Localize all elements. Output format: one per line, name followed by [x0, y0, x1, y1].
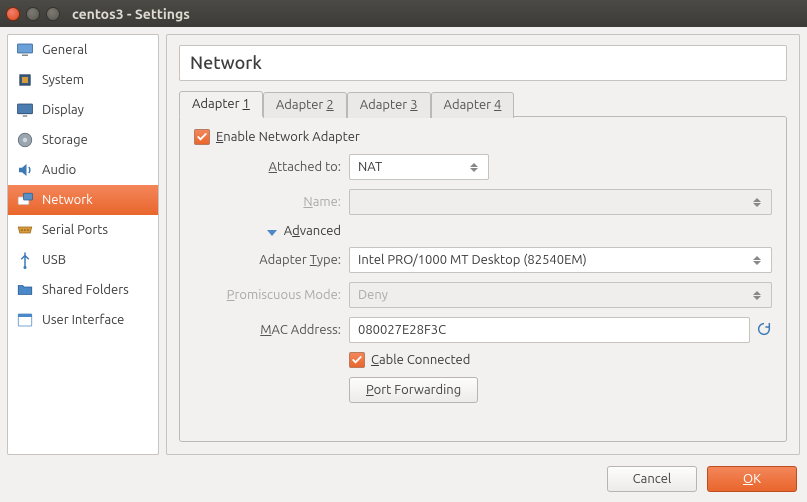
name-select — [349, 189, 772, 215]
mac-address-value: 080027E28F3C — [358, 323, 446, 337]
sidebar-item-label: General — [42, 43, 87, 57]
port-forwarding-button[interactable]: Port Forwarding — [349, 377, 478, 403]
cable-connected-label: Cable Connected — [371, 353, 470, 367]
sidebar-item-shared-folders[interactable]: Shared Folders — [8, 275, 158, 305]
sidebar-item-audio[interactable]: Audio — [8, 155, 158, 185]
speaker-icon — [16, 161, 34, 179]
cancel-label: Cancel — [633, 472, 672, 486]
window-maximize-button[interactable] — [46, 7, 60, 21]
tab-adapter-1[interactable]: Adapter 1 — [179, 91, 263, 117]
sidebar-item-general[interactable]: General — [8, 35, 158, 65]
mac-label: MAC Address: — [194, 323, 349, 337]
cable-connected-checkbox[interactable] — [349, 352, 365, 368]
advanced-toggle[interactable]: Advanced — [194, 224, 349, 238]
serial-icon — [16, 221, 34, 239]
sidebar-item-system[interactable]: System — [8, 65, 158, 95]
folder-icon — [16, 281, 34, 299]
dialog-footer: Cancel OK — [0, 462, 807, 492]
sidebar-item-label: USB — [42, 253, 66, 267]
display-icon — [16, 101, 34, 119]
sidebar-item-label: Serial Ports — [42, 223, 108, 237]
sidebar-item-label: Storage — [42, 133, 88, 147]
sidebar-item-label: System — [42, 73, 84, 87]
sidebar-item-label: Network — [42, 193, 93, 207]
network-icon — [16, 191, 34, 209]
disk-icon — [16, 131, 34, 149]
name-label: Name: — [194, 195, 349, 209]
sidebar-item-storage[interactable]: Storage — [8, 125, 158, 155]
adapter-tabs: Adapter 1 Adapter 2 Adapter 3 Adapter 4 — [179, 91, 787, 117]
sidebar-item-label: Audio — [42, 163, 76, 177]
tab-adapter-3[interactable]: Adapter 3 — [347, 92, 431, 118]
tab-adapter-4[interactable]: Adapter 4 — [431, 92, 515, 118]
sidebar-item-label: Display — [42, 103, 84, 117]
tab-adapter-2[interactable]: Adapter 2 — [263, 92, 347, 118]
chip-icon — [16, 71, 34, 89]
promiscuous-label: Promiscuous Mode: — [194, 288, 349, 302]
cancel-button[interactable]: Cancel — [607, 466, 697, 492]
chevron-down-icon — [267, 230, 277, 236]
adapter-type-value: Intel PRO/1000 MT Desktop (82540EM) — [358, 253, 587, 267]
window-close-button[interactable] — [6, 7, 20, 21]
monitor-icon — [16, 41, 34, 59]
enable-adapter-checkbox[interactable] — [194, 129, 210, 145]
titlebar: centos3 - Settings — [0, 0, 807, 27]
main-panel: Network Adapter 1 Adapter 2 Adapter 3 Ad… — [166, 34, 800, 455]
window-minimize-button[interactable] — [26, 7, 40, 21]
enable-adapter-label: Enable Network Adapter — [216, 130, 360, 144]
settings-sidebar: General System Display Storage Audio — [7, 34, 159, 455]
sidebar-item-display[interactable]: Display — [8, 95, 158, 125]
sidebar-item-label: User Interface — [42, 313, 124, 327]
adapter-tab-body: Enable Network Adapter Attached to: NAT … — [179, 116, 787, 442]
mac-address-input[interactable]: 080027E28F3C — [349, 317, 750, 343]
attached-to-select[interactable]: NAT — [349, 154, 489, 180]
attached-to-value: NAT — [358, 160, 382, 174]
sidebar-item-label: Shared Folders — [42, 283, 129, 297]
refresh-mac-button[interactable] — [756, 321, 772, 340]
ok-button[interactable]: OK — [707, 466, 797, 492]
promiscuous-select: Deny — [349, 282, 772, 308]
promiscuous-value: Deny — [358, 288, 388, 302]
sidebar-item-user-interface[interactable]: User Interface — [8, 305, 158, 335]
adapter-type-label: Adapter Type: — [194, 253, 349, 267]
usb-icon — [16, 251, 34, 269]
sidebar-item-usb[interactable]: USB — [8, 245, 158, 275]
sidebar-item-serial-ports[interactable]: Serial Ports — [8, 215, 158, 245]
adapter-type-select[interactable]: Intel PRO/1000 MT Desktop (82540EM) — [349, 247, 772, 273]
page-title: Network — [179, 45, 787, 81]
window-title: centos3 - Settings — [72, 6, 190, 22]
window-icon — [16, 311, 34, 329]
attached-to-label: Attached to: — [194, 160, 349, 174]
sidebar-item-network[interactable]: Network — [8, 185, 158, 215]
